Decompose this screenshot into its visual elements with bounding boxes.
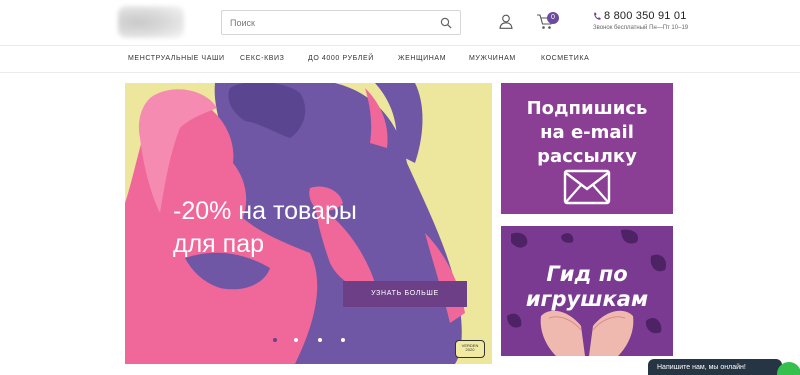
nav-item-women[interactable]: ЖЕНЩИНАМ	[398, 55, 446, 62]
learn-more-button[interactable]: УЗНАТЬ БОЛЬШЕ	[343, 281, 467, 307]
chat-widget[interactable]: Напишите нам, мы онлайн!	[648, 359, 782, 375]
nav-item-cosmetics[interactable]: КОСМЕТИКА	[541, 55, 589, 62]
toy-guide-promo[interactable]: Гид по игрушкам	[501, 226, 673, 356]
carousel-dot-1[interactable]	[273, 338, 277, 342]
hero-title-line2: для пар	[173, 230, 265, 258]
phone-number[interactable]: 8 800 350 91 01	[604, 10, 687, 22]
carousel-dot-2[interactable]	[294, 338, 298, 342]
hero-title-line1: -20% на товары	[173, 197, 357, 225]
subscribe-promo-text: Подпишись на e-mail рассылку	[501, 97, 673, 169]
guide-line1: Гид по	[546, 262, 628, 286]
account-icon[interactable]	[499, 14, 513, 29]
nav-item-under-4000[interactable]: ДО 4000 РУБЛЕЙ	[308, 55, 374, 62]
guide-line2: игрушкам	[525, 287, 649, 311]
cart-count-badge: 0	[547, 12, 559, 24]
nav-item-sex-quiz[interactable]: СЕКС-КВИЗ	[240, 55, 285, 62]
toy-guide-text: Гид по игрушкам	[501, 262, 673, 312]
subscribe-line3: рассылку	[537, 146, 637, 167]
phone-hours-note: Звонок бесплатный Пн—Пт 10–19	[593, 25, 689, 31]
site-logo[interactable]	[118, 6, 184, 38]
search-box	[221, 10, 461, 35]
nav-item-men[interactable]: МУЖЧИНАМ	[469, 55, 516, 62]
subscribe-line1: Подпишись	[526, 98, 648, 119]
chat-label: Напишите нам, мы онлайн!	[657, 364, 746, 371]
hero-title: -20% на товары для пар	[173, 195, 357, 261]
hero-banner[interactable]: -20% на товары для пар УЗНАТЬ БОЛЬШЕ VER…	[125, 83, 492, 364]
nav-item-menstrual-cups[interactable]: МЕНСТРУАЛЬНЫЕ ЧАШИ	[128, 55, 225, 62]
search-icon[interactable]	[440, 17, 452, 29]
subscribe-line2: на e-mail	[540, 122, 634, 143]
chat-online-icon[interactable]	[777, 362, 800, 375]
site-header: 0 8 800 350 91 01 Звонок бесплатный Пн—П…	[0, 0, 800, 46]
carousel-dots	[273, 338, 353, 344]
subscribe-promo[interactable]: Подпишись на e-mail рассылку	[501, 83, 673, 214]
carousel-dot-4[interactable]	[341, 338, 345, 342]
carousel-dot-3[interactable]	[318, 338, 322, 342]
phone-icon	[594, 12, 601, 20]
artist-signature: VERDEN 2020	[455, 340, 485, 358]
main-nav: МЕНСТРУАЛЬНЫЕ ЧАШИ СЕКС-КВИЗ ДО 4000 РУБ…	[0, 47, 800, 73]
search-input[interactable]	[230, 15, 430, 30]
signature-line2: 2020	[465, 347, 475, 353]
envelope-icon	[563, 169, 611, 205]
